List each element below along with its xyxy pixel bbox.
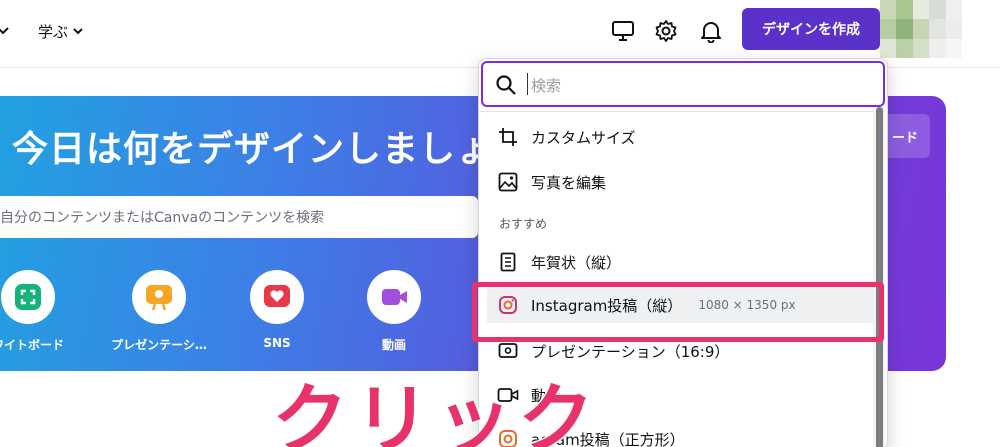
menu-item-edit-photo[interactable]: 写真を編集 xyxy=(487,164,879,200)
presentation-icon xyxy=(146,285,172,311)
hero-upload-button[interactable]: ード xyxy=(884,114,930,158)
desktop-icon xyxy=(612,21,634,41)
category-label: SNS xyxy=(263,336,291,350)
photo-edit-icon xyxy=(497,171,519,193)
menu-item-new-year-card[interactable]: 年賀状（縦） xyxy=(487,244,879,280)
dropdown-search-placeholder: 検索 xyxy=(531,77,562,95)
category-label: ワイトボード xyxy=(0,338,64,352)
gear-icon xyxy=(655,20,677,42)
whiteboard-icon xyxy=(15,284,41,310)
dropdown-search-input[interactable]: 検索 xyxy=(481,61,885,107)
create-design-button[interactable]: デザインを作成 xyxy=(742,8,880,50)
nav-learn-label: 学ぶ xyxy=(38,22,69,41)
menu-item-label: 年賀状（縦） xyxy=(531,253,622,272)
menu-item-label: 写真を編集 xyxy=(531,173,607,192)
chevron-down-icon xyxy=(73,28,83,35)
category-label: 動画 xyxy=(381,338,406,352)
card-icon xyxy=(497,251,519,273)
heart-icon xyxy=(264,285,290,307)
section-recommended: おすすめ xyxy=(499,217,548,231)
video-icon xyxy=(382,289,407,305)
avatar[interactable] xyxy=(880,0,962,58)
category-video[interactable]: 動画 xyxy=(339,270,449,353)
category-icon-circle xyxy=(1,270,55,324)
category-presentation[interactable]: プレゼンテーシ… xyxy=(104,270,214,353)
bell-icon xyxy=(701,22,721,43)
click-annotation-text: クリック xyxy=(271,374,600,447)
hero-title: 今日は何をデザインしましょ xyxy=(12,129,494,170)
hero-search-placeholder: 自分のコンテンツまたはCanvaのコンテンツを検索 xyxy=(0,210,325,226)
category-icon-circle xyxy=(367,270,421,324)
menu-item-label: カスタムサイズ xyxy=(531,128,636,147)
category-label: プレゼンテーシ… xyxy=(111,338,207,352)
divider xyxy=(479,111,885,112)
category-icon-circle xyxy=(132,270,186,324)
menu-item-custom-size[interactable]: カスタムサイズ xyxy=(487,119,879,155)
scrollbar-thumb[interactable] xyxy=(876,107,883,447)
settings-button[interactable] xyxy=(651,16,681,46)
text-caret xyxy=(527,73,528,95)
category-sns[interactable]: SNS xyxy=(222,270,332,350)
desktop-app-button[interactable] xyxy=(608,16,638,46)
custom-size-icon xyxy=(497,126,519,148)
notifications-button[interactable] xyxy=(696,16,726,46)
chevron-down-icon[interactable] xyxy=(0,24,10,38)
search-icon xyxy=(496,75,516,95)
category-icon-circle xyxy=(250,270,304,324)
category-whiteboard[interactable]: ワイトボード xyxy=(0,270,83,353)
nav-learn[interactable]: 学ぶ xyxy=(38,20,84,42)
highlight-annotation-box xyxy=(472,282,884,342)
